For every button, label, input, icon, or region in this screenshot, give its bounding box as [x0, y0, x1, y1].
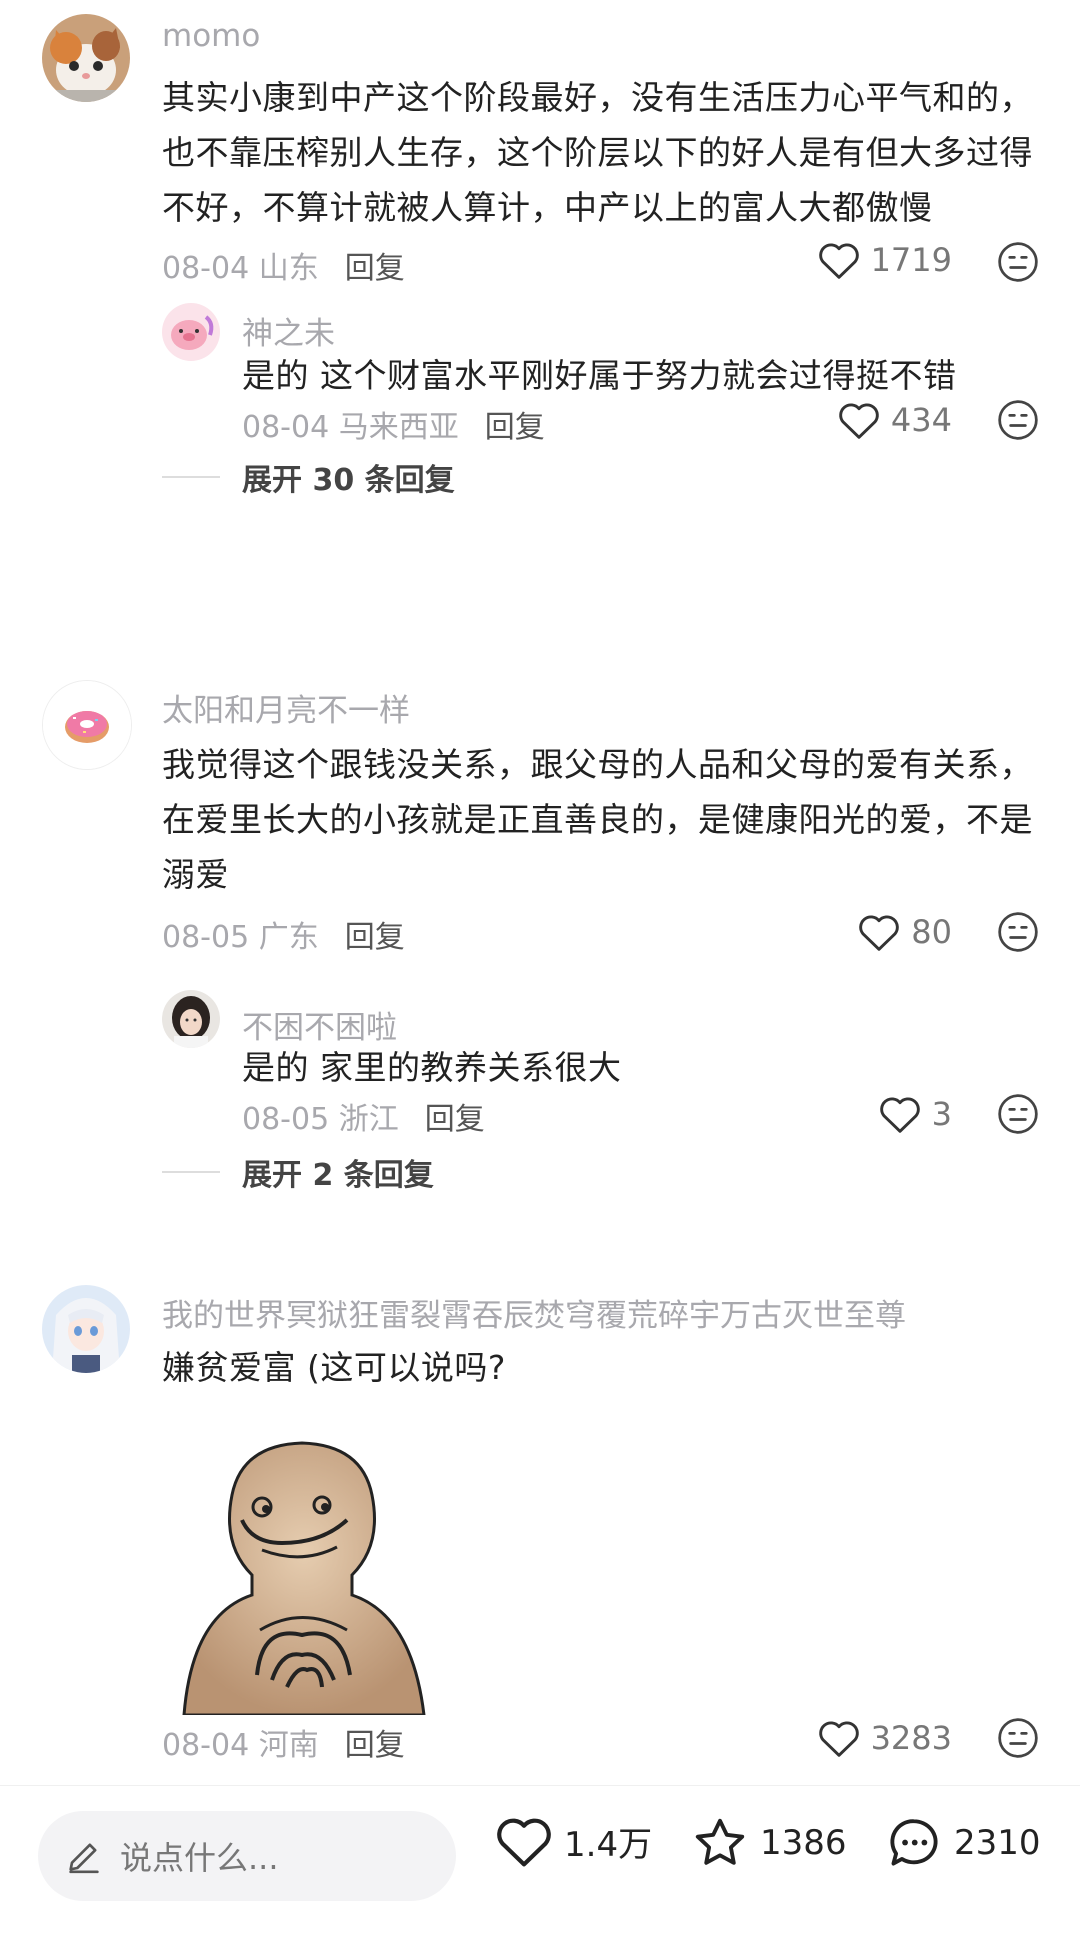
comment-text: 嫌贫爱富 (这可以说吗? — [162, 1348, 506, 1387]
comment-text: 其实小康到中产这个阶段最好，没有生活压力心平气和的，也不靠压榨别人生存，这个阶层… — [162, 78, 1033, 227]
like-count: 434 — [890, 401, 952, 439]
meh-face-icon — [998, 1718, 1038, 1758]
dislike-button[interactable] — [996, 240, 1040, 288]
dislike-button[interactable] — [996, 1716, 1040, 1764]
pencil-icon — [69, 1843, 99, 1874]
heart-outline-icon — [859, 915, 900, 951]
heart-outline-icon — [818, 243, 859, 279]
expand-replies-button[interactable]: 展开 2 条回复 — [162, 1150, 434, 1194]
speech-bubble-icon — [890, 1819, 938, 1866]
dislike-button[interactable] — [996, 1092, 1040, 1140]
reply-text: 是的 这个财富水平刚好属于努力就会过得挺不错 — [242, 356, 957, 395]
favorite-button[interactable]: 1386 — [690, 1814, 847, 1872]
reply-avatar[interactable] — [162, 990, 220, 1048]
heart-outline-icon — [497, 1818, 551, 1867]
comment-input[interactable]: 说点什么... — [38, 1811, 456, 1901]
meh-face-icon — [998, 912, 1038, 952]
username[interactable]: 太阳和月亮不一样 — [162, 685, 410, 730]
reply-text: 是的 家里的教养关系很大 — [242, 1048, 622, 1087]
expand-label: 展开 2 条回复 — [242, 1158, 434, 1193]
star-outline-icon — [695, 1818, 745, 1865]
comment-count: 2310 — [954, 1823, 1041, 1863]
reply-button[interactable]: 回复 — [425, 1102, 485, 1137]
comment-meta: 08-04 山东 回复 — [162, 243, 405, 287]
reply-meta: 08-04 马来西亚 回复 — [242, 402, 545, 446]
bottom-action-bar: 说点什么... 1.4万 1386 2310 — [0, 1785, 1080, 1948]
date-region: 08-04 马来西亚 — [242, 410, 459, 445]
like-count: 3283 — [870, 1719, 952, 1757]
reply-avatar[interactable] — [162, 303, 220, 361]
meh-face-icon — [998, 1094, 1038, 1134]
avatar[interactable] — [42, 1285, 130, 1373]
like-button[interactable]: 1719 — [817, 240, 952, 280]
meh-face-icon — [998, 242, 1038, 282]
date-region: 08-05 广东 — [162, 920, 319, 955]
favorite-count: 1386 — [760, 1823, 847, 1863]
heart-outline-icon — [839, 403, 879, 439]
reply-username[interactable]: 神之未 — [242, 308, 335, 353]
like-button[interactable]: 3 — [878, 1094, 952, 1134]
divider — [162, 1171, 220, 1173]
input-placeholder: 说点什么... — [120, 1839, 279, 1877]
reply-button[interactable]: 回复 — [345, 251, 405, 286]
avatar[interactable] — [42, 14, 130, 102]
username[interactable]: 我的世界冥狱狂雷裂霄吞辰焚穹覆荒碎宇万古灭世至尊 — [162, 1290, 906, 1335]
like-post-button[interactable]: 1.4万 — [494, 1814, 652, 1868]
divider — [162, 476, 220, 478]
heart-outline-icon — [818, 1721, 859, 1757]
like-button[interactable]: 434 — [837, 400, 952, 440]
reply-button[interactable]: 回复 — [485, 410, 545, 445]
comments-button[interactable]: 2310 — [884, 1814, 1041, 1872]
dislike-button[interactable] — [996, 910, 1040, 958]
post-like-count: 1.4万 — [564, 1824, 653, 1865]
reply-button[interactable]: 回复 — [345, 1728, 405, 1763]
reply-meta: 08-05 浙江 回复 — [242, 1094, 485, 1138]
date-region: 08-04 河南 — [162, 1728, 319, 1763]
reply-button[interactable]: 回复 — [345, 920, 405, 955]
like-button[interactable]: 3283 — [817, 1718, 952, 1758]
avatar[interactable] — [42, 680, 132, 770]
sticker-image[interactable] — [162, 1425, 452, 1715]
heart-outline-icon — [879, 1097, 920, 1133]
comment-text: 我觉得这个跟钱没关系，跟父母的人品和父母的爱有关系，在爱里长大的小孩就是正直善良… — [162, 745, 1033, 894]
comment-meta: 08-04 河南 回复 — [162, 1720, 405, 1764]
username[interactable]: momo — [162, 18, 260, 54]
like-button[interactable]: 80 — [857, 912, 952, 952]
expand-replies-button[interactable]: 展开 30 条回复 — [162, 455, 455, 499]
like-count: 3 — [931, 1095, 952, 1133]
like-count: 80 — [911, 913, 952, 951]
like-count: 1719 — [870, 241, 952, 279]
dislike-button[interactable] — [996, 398, 1040, 446]
meh-face-icon — [998, 400, 1038, 440]
expand-label: 展开 30 条回复 — [242, 463, 455, 498]
date-region: 08-05 浙江 — [242, 1102, 399, 1137]
comment-meta: 08-05 广东 回复 — [162, 912, 405, 956]
date-region: 08-04 山东 — [162, 251, 319, 286]
